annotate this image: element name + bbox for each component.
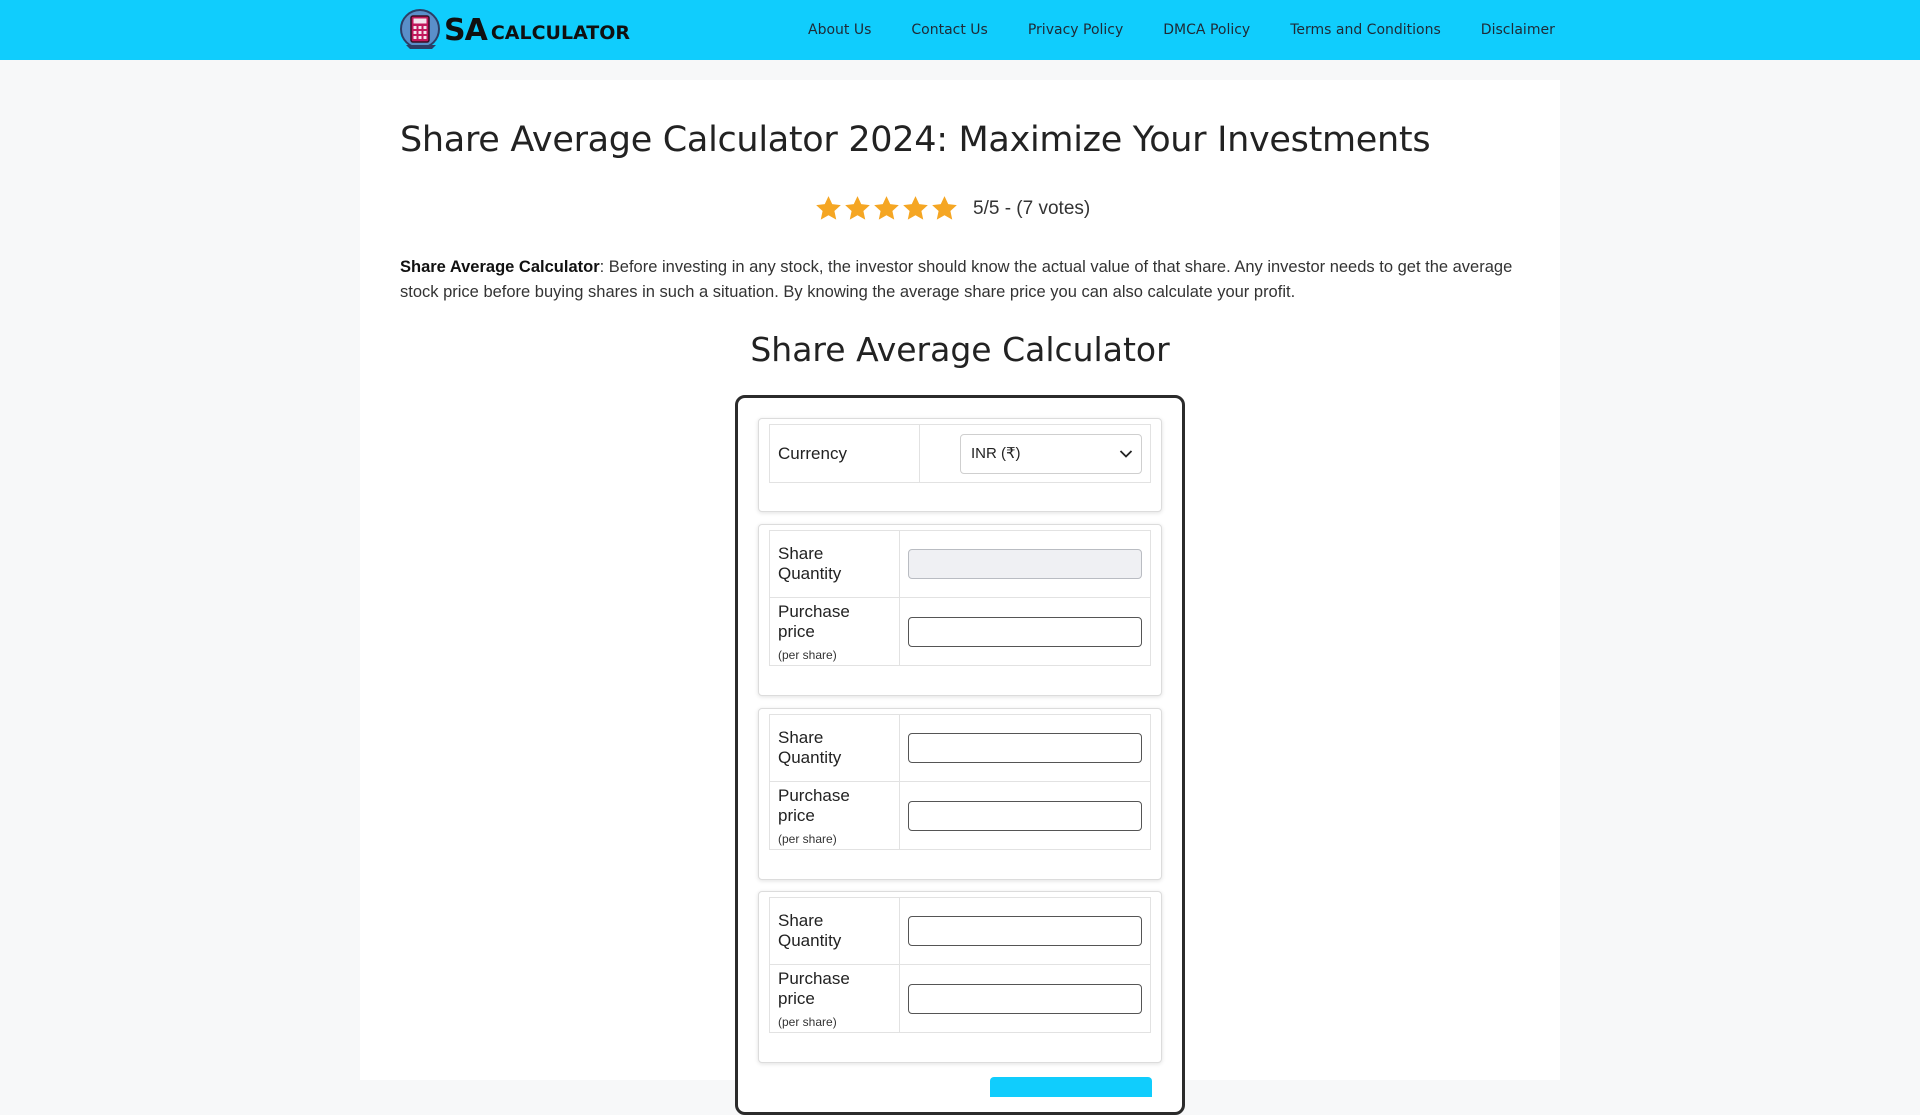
purchase-price-input-2[interactable] <box>908 800 1142 831</box>
share-entry-panel-1: Share Quantity Purchase price (per share… <box>758 524 1162 696</box>
main-nav: About Us Contact Us Privacy Policy DMCA … <box>788 0 1555 60</box>
purchase-price-input-3[interactable] <box>908 983 1142 1014</box>
calculator-title: Share Average Calculator <box>750 330 1170 369</box>
nav-contact-us[interactable]: Contact Us <box>891 22 1007 38</box>
logo-text-calculator: CALCULATOR <box>490 22 631 44</box>
nav-disclaimer[interactable]: Disclaimer <box>1461 22 1555 38</box>
intro-paragraph: Share Average Calculator: Before investi… <box>400 255 1520 305</box>
nav-about-us[interactable]: About Us <box>788 22 891 38</box>
per-share-note: (per share) <box>778 831 837 846</box>
per-share-note: (per share) <box>778 1014 837 1029</box>
purchase-price-input-1[interactable] <box>908 616 1142 647</box>
star-icon[interactable] <box>872 194 901 223</box>
nav-terms-and-conditions[interactable]: Terms and Conditions <box>1270 22 1461 38</box>
rating-summary: 5/5 - (7 votes) <box>973 197 1091 219</box>
per-share-note: (per share) <box>778 647 837 662</box>
calculate-button[interactable] <box>990 1077 1152 1097</box>
star-icon[interactable] <box>930 194 959 223</box>
currency-select[interactable]: INR (₹) <box>960 433 1142 474</box>
currency-panel: Currency INR (₹) <box>758 418 1162 512</box>
star-rating: 5/5 - (7 votes) <box>814 194 1090 223</box>
share-entry-panel-3: Share Quantity Purchase price (per share… <box>758 891 1162 1063</box>
site-logo[interactable]: SA CALCULATOR <box>400 9 631 50</box>
share-quantity-label: Share Quantity <box>769 714 900 782</box>
currency-label: Currency <box>769 424 920 483</box>
chevron-down-icon <box>1119 449 1133 458</box>
rating-stars[interactable] <box>814 194 959 223</box>
share-entry-table: Share Quantity Purchase price (per share… <box>769 530 1151 666</box>
star-icon[interactable] <box>901 194 930 223</box>
share-entry-panel-2: Share Quantity Purchase price (per share… <box>758 708 1162 880</box>
page-title: Share Average Calculator 2024: Maximize … <box>400 120 1431 160</box>
purchase-price-label: Purchase price <box>778 785 850 825</box>
share-quantity-input-3[interactable] <box>908 916 1142 946</box>
share-quantity-label: Share Quantity <box>769 530 900 598</box>
share-entry-table: Share Quantity Purchase price (per share… <box>769 714 1151 850</box>
calculator-logo-icon <box>400 9 440 49</box>
share-entry-table: Share Quantity Purchase price (per share… <box>769 897 1151 1033</box>
share-quantity-label: Share Quantity <box>769 897 900 965</box>
purchase-price-label: Purchase price <box>778 968 850 1008</box>
nav-dmca-policy[interactable]: DMCA Policy <box>1143 22 1270 38</box>
calculator-box: Currency INR (₹) Share Quantity Purchase… <box>735 395 1185 1115</box>
nav-privacy-policy[interactable]: Privacy Policy <box>1008 22 1143 38</box>
currency-selected-value: INR (₹) <box>971 444 1021 462</box>
share-quantity-input-1[interactable] <box>908 549 1142 579</box>
purchase-price-label: Purchase price <box>778 601 850 641</box>
intro-bold-term: Share Average Calculator <box>400 258 600 276</box>
currency-table: Currency INR (₹) <box>769 424 1151 483</box>
star-icon[interactable] <box>843 194 872 223</box>
logo-text-sa: SA <box>444 12 488 48</box>
star-icon[interactable] <box>814 194 843 223</box>
share-quantity-input-2[interactable] <box>908 733 1142 763</box>
site-header: SA CALCULATOR About Us Contact Us Privac… <box>0 0 1920 60</box>
